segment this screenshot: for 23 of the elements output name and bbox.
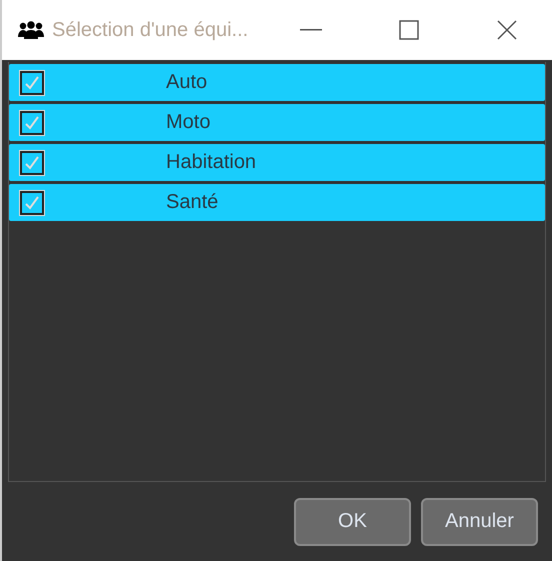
list-item[interactable]: Auto <box>9 64 545 101</box>
list-item[interactable]: Moto <box>9 104 545 141</box>
cancel-button[interactable]: Annuler <box>421 498 538 546</box>
check-icon <box>24 194 40 210</box>
checkbox[interactable] <box>20 110 44 134</box>
item-label: Habitation <box>166 151 256 174</box>
checkbox[interactable] <box>20 190 44 214</box>
minimize-icon[interactable] <box>300 29 322 31</box>
list-item[interactable]: Santé <box>9 184 545 221</box>
item-label: Auto <box>166 71 208 94</box>
checkbox[interactable] <box>20 150 44 174</box>
window-title: Sélection d'une équi... <box>52 18 250 42</box>
list-item[interactable]: Habitation <box>9 144 545 181</box>
check-icon <box>24 154 40 170</box>
people-icon <box>18 21 44 39</box>
check-icon <box>24 114 40 130</box>
maximize-icon[interactable] <box>399 20 419 40</box>
ok-button[interactable]: OK <box>294 498 411 546</box>
item-label: Moto <box>166 111 210 134</box>
item-label: Santé <box>166 191 218 214</box>
checkbox[interactable] <box>20 70 44 94</box>
close-icon[interactable] <box>497 20 517 40</box>
check-icon <box>24 74 40 90</box>
